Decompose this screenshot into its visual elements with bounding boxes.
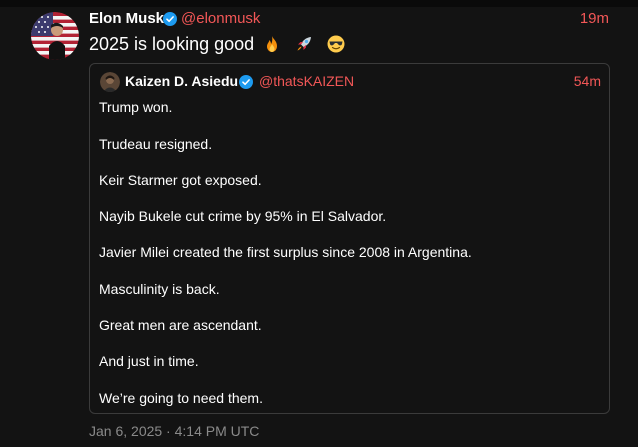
quoted-line: And just in time. (99, 353, 199, 369)
author-name[interactable]: Elon Musk (89, 10, 164, 28)
sunglasses-icon (327, 35, 345, 53)
quoted-line: Great men are ascendant. (99, 317, 262, 333)
tweet-text-content: 2025 is looking good (89, 34, 255, 54)
fire-icon (267, 36, 278, 52)
quoted-line: Trudeau resigned. (99, 136, 213, 152)
quoted-line: We’re going to need them. (99, 390, 263, 406)
top-edge (0, 0, 638, 7)
quoted-author-avatar[interactable] (100, 72, 120, 92)
tweet-timestamp[interactable]: Jan 6, 2025 · 4:14 PM UTC (89, 423, 259, 440)
quoted-author-handle[interactable]: @thatsKAIZEN (259, 73, 354, 90)
rocket-icon (297, 37, 312, 51)
author-avatar[interactable] (31, 12, 79, 60)
quoted-tweet-time[interactable]: 54m (574, 73, 601, 90)
quoted-tweet[interactable]: Kaizen D. Asiedu @thatsKAIZEN 54m Trump … (89, 63, 610, 414)
quoted-author-name[interactable]: Kaizen D. Asiedu (125, 73, 238, 90)
quoted-line: Javier Milei created the first surplus s… (99, 244, 472, 260)
tweet-time[interactable]: 19m (580, 10, 609, 28)
tweet-text: 2025 is looking good (89, 33, 345, 55)
quoted-line: Trump won. (99, 99, 173, 115)
quoted-line: Keir Starmer got exposed. (99, 172, 262, 188)
tweet-card: Elon Musk @elonmusk 19m 2025 is looking … (0, 0, 638, 447)
verified-badge-icon (163, 12, 177, 26)
quoted-line: Nayib Bukele cut crime by 95% in El Salv… (99, 208, 387, 224)
verified-badge-icon (239, 75, 253, 89)
quoted-line: Masculinity is back. (99, 281, 220, 297)
author-handle[interactable]: @elonmusk (181, 10, 260, 28)
